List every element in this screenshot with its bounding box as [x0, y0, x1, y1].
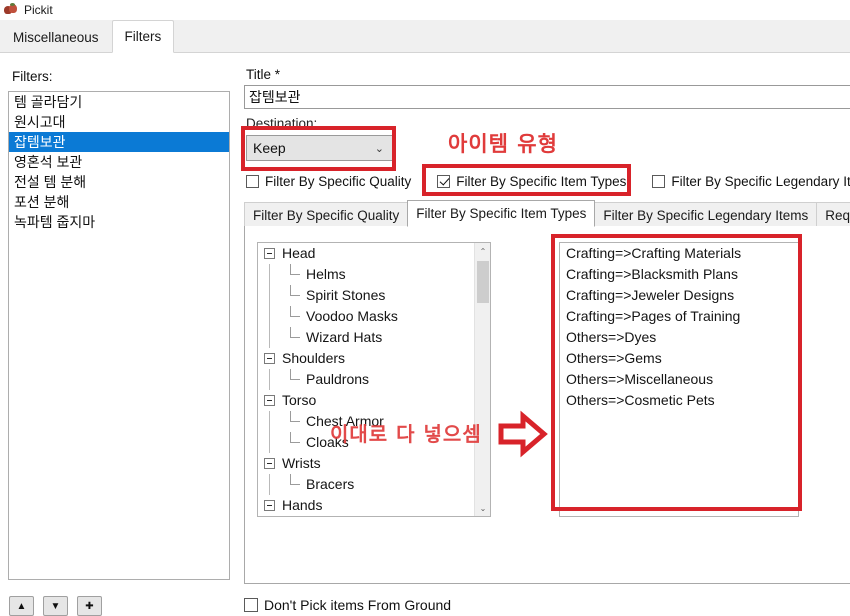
- selected-item-types-listbox[interactable]: Crafting=>Crafting Materials Crafting=>B…: [559, 242, 799, 517]
- collapse-icon[interactable]: [264, 353, 275, 364]
- filter-section-tab-strip: Filter By Specific Quality Filter By Spe…: [244, 200, 850, 227]
- tab-filter-by-specific-legendary-items[interactable]: Filter By Specific Legendary Items: [594, 202, 818, 227]
- scroll-down-icon[interactable]: ⌄: [475, 500, 490, 516]
- checkbox-box-icon: [246, 174, 259, 188]
- filter-detail-pane: Title * Destination: Keep ⌄ Filter By Sp…: [238, 53, 850, 613]
- checkbox-filter-by-specific-item-types[interactable]: Filter By Specific Item Types: [437, 174, 626, 189]
- destination-label: Destination:: [246, 116, 318, 131]
- list-item[interactable]: Others=>Miscellaneous: [560, 369, 798, 390]
- tree-node-leaf[interactable]: Bracers: [258, 474, 490, 495]
- list-item[interactable]: Others=>Dyes: [560, 327, 798, 348]
- list-item[interactable]: 원시고대: [9, 112, 229, 132]
- tree-node-leaf[interactable]: Helms: [258, 264, 490, 285]
- item-types-tree[interactable]: Head Helms Spirit Stones Voodoo Masks Wi…: [257, 242, 491, 517]
- collapse-icon[interactable]: [264, 248, 275, 259]
- collapse-icon[interactable]: [264, 395, 275, 406]
- checkbox-filter-by-specific-legendary-items[interactable]: Filter By Specific Legendary Ite: [652, 174, 850, 189]
- add-filter-button[interactable]: ✚: [77, 596, 102, 616]
- tree-node-leaf[interactable]: Spirit Stones: [258, 285, 490, 306]
- tree-node-group[interactable]: Wrists: [258, 453, 490, 474]
- checkbox-label: Filter By Specific Item Types: [456, 173, 627, 189]
- pickit-app-icon: [4, 3, 18, 17]
- list-item[interactable]: 녹파템 줍지마: [9, 212, 229, 232]
- checkbox-filter-by-specific-quality[interactable]: Filter By Specific Quality: [246, 174, 411, 189]
- window-title-bar: Pickit: [0, 0, 850, 20]
- title-input[interactable]: [244, 85, 850, 109]
- list-item[interactable]: 템 골라담기: [9, 92, 229, 112]
- collapse-icon[interactable]: [264, 458, 275, 469]
- list-item-selected[interactable]: 잡템보관: [9, 132, 229, 152]
- destination-dropdown[interactable]: Keep ⌄: [246, 135, 393, 161]
- tree-node-label: Torso: [282, 392, 317, 408]
- tree-node-leaf[interactable]: Voodoo Masks: [258, 306, 490, 327]
- checkbox-checked-icon: [437, 174, 451, 188]
- checkbox-dont-pick-items-from-ground[interactable]: Don't Pick items From Ground: [244, 597, 451, 613]
- move-down-button[interactable]: ▼: [43, 596, 68, 616]
- scroll-up-icon[interactable]: ⌃: [475, 243, 490, 259]
- list-item[interactable]: Others=>Cosmetic Pets: [560, 390, 798, 411]
- destination-selected-value: Keep: [253, 140, 286, 156]
- tree-node-label: Shoulders: [282, 350, 346, 366]
- main-tab-strip: Miscellaneous Filters: [0, 20, 850, 53]
- tree-node-label: Cloaks: [306, 434, 349, 450]
- checkbox-label: Filter By Specific Legendary Ite: [671, 173, 850, 189]
- filter-by-specific-item-types-panel: Head Helms Spirit Stones Voodoo Masks Wi…: [244, 226, 850, 584]
- filters-pane: Filters: 템 골라담기 원시고대 잡템보관 영혼석 보관 전설 템 분해…: [0, 53, 238, 616]
- filters-label: Filters:: [12, 69, 53, 84]
- checkbox-box-icon: [652, 174, 666, 188]
- tree-node-label: Wizard Hats: [306, 329, 383, 345]
- tree-node-group[interactable]: Head: [258, 243, 490, 264]
- tab-filter-by-specific-item-types[interactable]: Filter By Specific Item Types: [407, 200, 596, 227]
- tree-node-group[interactable]: Torso: [258, 390, 490, 411]
- chevron-down-icon: ⌄: [374, 142, 384, 155]
- title-field-label: Title *: [246, 67, 281, 82]
- filter-order-buttons: ▲ ▼ ✚: [9, 596, 102, 616]
- checkbox-box-icon: [244, 598, 258, 612]
- checkbox-label: Filter By Specific Quality: [265, 173, 412, 189]
- tab-required[interactable]: Requ: [816, 202, 850, 227]
- checkbox-label: Don't Pick items From Ground: [264, 597, 452, 613]
- tab-filter-by-specific-quality[interactable]: Filter By Specific Quality: [244, 202, 409, 227]
- tree-node-group[interactable]: Shoulders: [258, 348, 490, 369]
- tree-node-label: Voodoo Masks: [306, 308, 398, 324]
- list-item[interactable]: Crafting=>Blacksmith Plans: [560, 264, 798, 285]
- tree-node-label: Spirit Stones: [306, 287, 386, 303]
- collapse-icon[interactable]: [264, 500, 275, 511]
- tree-node-label: Bracers: [306, 476, 355, 492]
- tree-node-leaf[interactable]: Pauldrons: [258, 369, 490, 390]
- move-up-button[interactable]: ▲: [9, 596, 34, 616]
- list-item[interactable]: Crafting=>Crafting Materials: [560, 243, 798, 264]
- tree-node-group[interactable]: Hands: [258, 495, 490, 516]
- scrollbar-thumb[interactable]: [477, 261, 489, 303]
- list-item[interactable]: 전설 템 분해: [9, 172, 229, 192]
- tree-node-leaf[interactable]: Chest Armor: [258, 411, 490, 432]
- list-item[interactable]: 영혼석 보관: [9, 152, 229, 172]
- tree-node-label: Wrists: [282, 455, 321, 471]
- tree-node-label: Chest Armor: [306, 413, 384, 429]
- tree-vertical-scrollbar[interactable]: ⌃ ⌄: [474, 243, 490, 516]
- tree-node-label: Pauldrons: [306, 371, 370, 387]
- list-item[interactable]: Others=>Gems: [560, 348, 798, 369]
- list-item[interactable]: Crafting=>Pages of Training: [560, 306, 798, 327]
- tree-node-label: Head: [282, 245, 316, 261]
- window-title: Pickit: [24, 3, 53, 17]
- filters-listbox[interactable]: 템 골라담기 원시고대 잡템보관 영혼석 보관 전설 템 분해 포션 분해 녹파…: [8, 91, 230, 580]
- tab-filters[interactable]: Filters: [111, 20, 175, 53]
- tree-node-leaf[interactable]: Wizard Hats: [258, 327, 490, 348]
- filter-type-checkbox-row: Filter By Specific Quality Filter By Spe…: [246, 171, 850, 191]
- tree-node-label: Helms: [306, 266, 346, 282]
- tree-node-label: Hands: [282, 497, 323, 513]
- tab-miscellaneous[interactable]: Miscellaneous: [0, 23, 112, 53]
- list-item[interactable]: Crafting=>Jeweler Designs: [560, 285, 798, 306]
- list-item[interactable]: 포션 분해: [9, 192, 229, 212]
- tree-node-leaf[interactable]: Cloaks: [258, 432, 490, 453]
